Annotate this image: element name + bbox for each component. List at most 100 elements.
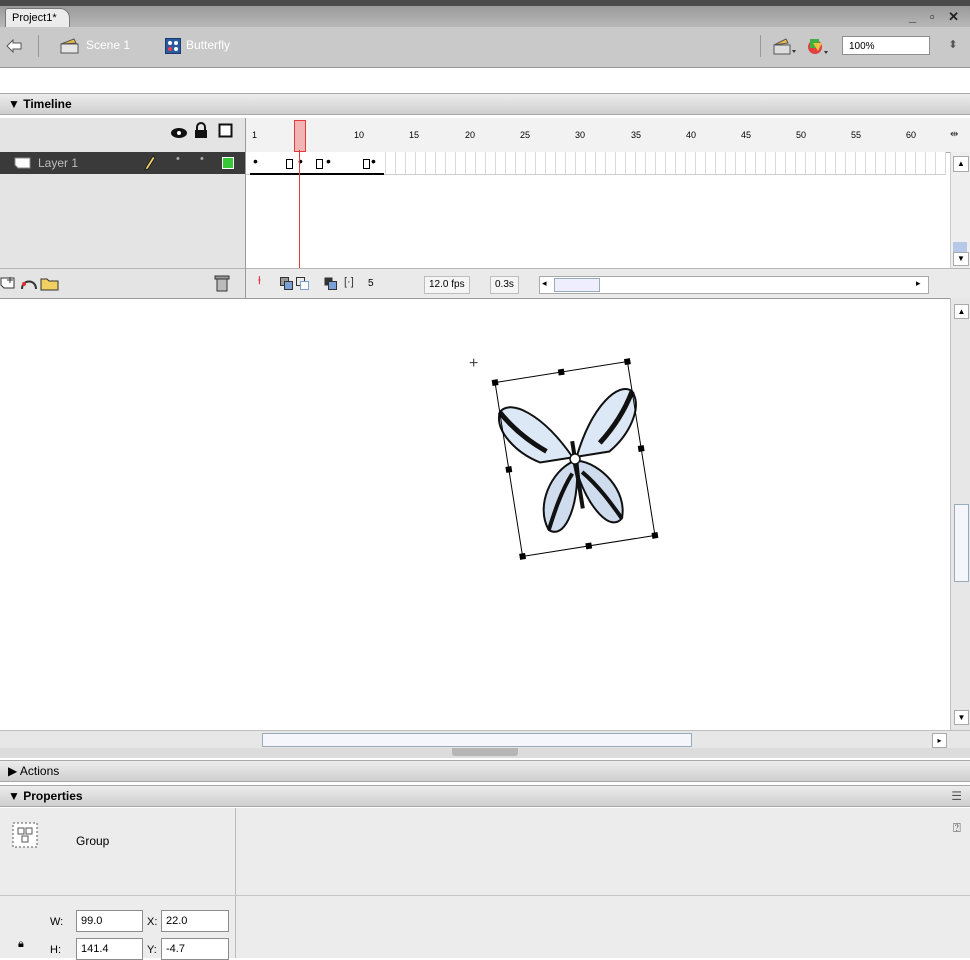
frame-number: 60 bbox=[906, 130, 917, 140]
x-label: X: bbox=[147, 916, 158, 928]
h-label: H: bbox=[50, 944, 61, 956]
trash-icon[interactable] bbox=[214, 274, 230, 292]
actions-title: Actions bbox=[19, 764, 60, 778]
frame-end-marker[interactable] bbox=[316, 159, 323, 169]
keyframe[interactable]: • bbox=[253, 154, 258, 168]
keyframe[interactable]: • bbox=[371, 154, 376, 168]
frame-number: 40 bbox=[686, 130, 697, 140]
frame-number: 15 bbox=[409, 130, 420, 140]
document-tab-bar: Project1* _ ▫ ✕ bbox=[0, 0, 970, 28]
scroll-thumb[interactable] bbox=[954, 504, 969, 582]
properties-title: Properties bbox=[23, 789, 83, 803]
layer-row[interactable]: Layer 1 • • bbox=[0, 152, 245, 174]
w-label: W: bbox=[50, 916, 64, 928]
properties-header[interactable]: ▼ Properties ☰ bbox=[0, 785, 970, 807]
scroll-thumb[interactable] bbox=[554, 278, 600, 292]
frame-number: 10 bbox=[354, 130, 365, 140]
add-guide-icon[interactable] bbox=[20, 275, 38, 291]
frame-ruler[interactable]: 1 5 10 15 20 25 30 35 40 45 50 55 60 ⇹ bbox=[246, 118, 970, 153]
x-field[interactable]: 22.0 bbox=[161, 910, 229, 932]
eye-icon[interactable] bbox=[170, 125, 188, 139]
butterfly-group[interactable] bbox=[490, 349, 660, 569]
height-field[interactable]: 141.4 bbox=[76, 938, 143, 960]
breadcrumb-symbol[interactable]: Butterfly bbox=[186, 38, 230, 52]
timeline-status-bar: ⍿ [·] 5 12.0 fps 0.3s ◂ ▸ bbox=[246, 268, 970, 299]
frame-hscroll[interactable]: ◂ ▸ bbox=[539, 276, 929, 294]
timeline-header[interactable]: ▼ Timeline bbox=[0, 93, 970, 115]
divider bbox=[38, 35, 39, 57]
registration-point-icon: + bbox=[469, 355, 479, 372]
layer-outline-color[interactable] bbox=[222, 157, 234, 169]
timeline-options-icon[interactable]: ⇹ bbox=[950, 129, 958, 140]
edit-bar: Scene 1 Butterfly 100% ⬍ bbox=[0, 27, 970, 68]
outline-icon[interactable] bbox=[218, 123, 234, 139]
frame-row[interactable]: • • • • bbox=[246, 152, 946, 175]
expand-arrow-icon: ▶ bbox=[8, 764, 20, 778]
zoom-field[interactable]: 100% bbox=[842, 36, 930, 55]
edit-multiple-icon[interactable] bbox=[324, 277, 338, 290]
help-icon[interactable]: ⍰ bbox=[953, 820, 961, 836]
layer-panel: Layer 1 • • bbox=[0, 118, 246, 299]
y-label: Y: bbox=[147, 944, 157, 956]
scene-icon bbox=[60, 38, 79, 54]
timeline-title: Timeline bbox=[23, 97, 72, 111]
add-folder-icon[interactable] bbox=[40, 275, 60, 291]
width-field[interactable]: 99.0 bbox=[76, 910, 143, 932]
scroll-right-icon[interactable]: ▸ bbox=[932, 733, 947, 748]
lock-icon[interactable] bbox=[194, 122, 208, 139]
lock-dot[interactable]: • bbox=[200, 153, 204, 165]
edit-symbol-icon[interactable] bbox=[806, 37, 830, 57]
collapse-arrow-icon: ▼ bbox=[8, 789, 24, 803]
scroll-up-icon[interactable]: ▲ bbox=[953, 156, 969, 172]
zoom-stepper[interactable]: ⬍ bbox=[944, 36, 962, 55]
object-type: Group bbox=[76, 834, 110, 848]
panel-options-icon[interactable]: ☰ bbox=[951, 786, 962, 807]
scroll-left-icon[interactable]: ◂ bbox=[542, 278, 547, 289]
divider bbox=[235, 808, 236, 958]
stage-vscroll[interactable]: ▲ ▼ bbox=[950, 298, 970, 730]
frame-number: 25 bbox=[520, 130, 531, 140]
scroll-thumb[interactable] bbox=[953, 242, 967, 252]
window-controls[interactable]: _ ▫ ✕ bbox=[909, 9, 964, 25]
elapsed-time: 0.3s bbox=[490, 276, 519, 294]
properties-panel: Group ⍰ W: 99.0 X: 22.0 🔒︎ H: 141.4 Y: -… bbox=[0, 808, 970, 960]
layer-name[interactable]: Layer 1 bbox=[38, 156, 78, 170]
actions-header[interactable]: ▶ Actions bbox=[0, 760, 970, 782]
scroll-right-icon[interactable]: ▸ bbox=[916, 278, 921, 289]
add-layer-icon[interactable] bbox=[0, 276, 16, 290]
lock-proportions-icon[interactable]: 🔒︎ bbox=[18, 938, 24, 951]
group-icon bbox=[12, 822, 38, 848]
onion-markers-icon[interactable]: [·] bbox=[344, 276, 354, 288]
frame-number: 20 bbox=[465, 130, 476, 140]
panel-splitter[interactable] bbox=[0, 748, 970, 758]
onion-outline-icon[interactable] bbox=[296, 277, 310, 290]
divider bbox=[760, 35, 761, 57]
frame-end-marker[interactable] bbox=[286, 159, 293, 169]
y-field[interactable]: -4.7 bbox=[161, 938, 229, 960]
collapse-handle[interactable] bbox=[452, 748, 518, 756]
scroll-down-icon[interactable]: ▼ bbox=[954, 710, 969, 725]
frame-number: 50 bbox=[796, 130, 807, 140]
back-arrow-icon[interactable] bbox=[6, 39, 22, 53]
scroll-thumb[interactable] bbox=[262, 733, 692, 747]
frame-end-marker[interactable] bbox=[363, 159, 370, 169]
breadcrumb-scene[interactable]: Scene 1 bbox=[86, 38, 130, 52]
scroll-down-icon[interactable]: ▼ bbox=[953, 252, 969, 266]
playhead-handle[interactable] bbox=[294, 120, 306, 152]
edit-scene-icon[interactable] bbox=[773, 38, 797, 56]
stage[interactable]: + bbox=[0, 298, 950, 731]
keyframe[interactable]: • bbox=[326, 154, 331, 168]
center-frame-icon[interactable]: ⍿ bbox=[258, 275, 261, 288]
onion-skin-icon[interactable] bbox=[280, 277, 294, 290]
frame-rate[interactable]: 12.0 fps bbox=[424, 276, 470, 294]
current-frame[interactable]: 5 bbox=[368, 278, 374, 289]
visibility-dot[interactable]: • bbox=[176, 153, 180, 165]
frame-number: 30 bbox=[575, 130, 586, 140]
document-tab[interactable]: Project1* bbox=[5, 8, 70, 28]
frame-area: 1 5 10 15 20 25 30 35 40 45 50 55 60 ⇹ •… bbox=[246, 118, 970, 299]
stage-hscroll[interactable]: ▸ bbox=[0, 730, 970, 749]
playhead-line bbox=[299, 150, 300, 268]
scroll-up-icon[interactable]: ▲ bbox=[954, 304, 969, 319]
divider bbox=[0, 895, 970, 896]
frame-vscroll[interactable]: ▲ ▼ bbox=[950, 152, 970, 268]
